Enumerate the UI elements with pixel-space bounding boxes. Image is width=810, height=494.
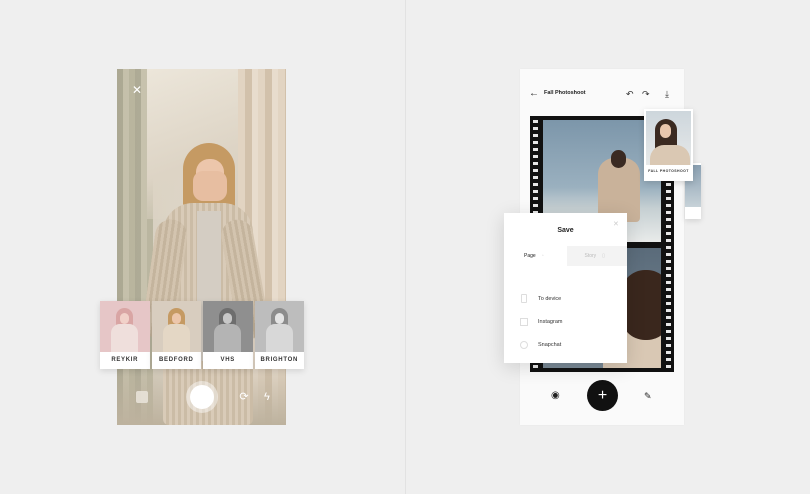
polaroid-card[interactable]: FALL PHOTOSHOOT bbox=[644, 109, 693, 181]
flash-icon[interactable]: ϟ bbox=[264, 391, 270, 403]
undo-icon[interactable]: ↶ bbox=[626, 87, 634, 101]
screen-divider bbox=[405, 0, 406, 494]
filter-label: BEDFORD bbox=[158, 357, 194, 363]
phone-icon bbox=[521, 294, 527, 303]
filter-brighton[interactable]: BRIGHTON bbox=[254, 301, 304, 369]
eye-icon[interactable]: ◉ bbox=[551, 390, 560, 402]
polaroid-caption: FALL PHOTOSHOOT bbox=[648, 169, 689, 173]
instagram-icon bbox=[520, 317, 528, 326]
filter-label: VHS bbox=[220, 357, 235, 363]
save-tabs: Page ▫ Story ▯ bbox=[504, 246, 627, 266]
arrow-left-icon[interactable]: ← bbox=[529, 87, 539, 101]
save-snapchat-option[interactable]: Snapchat bbox=[520, 333, 562, 356]
filter-bedford[interactable]: BEDFORD bbox=[151, 301, 201, 369]
filter-strip: REYKIR BEDFORD VHS BRIGHTON bbox=[100, 301, 304, 369]
save-dialog: Save ✕ Page ▫ Story ▯ To device Instagram … bbox=[504, 213, 627, 363]
filter-thumbnail bbox=[203, 301, 253, 352]
polaroid-photo bbox=[646, 111, 691, 165]
filter-vhs[interactable]: VHS bbox=[203, 301, 253, 369]
save-options: To device Instagram Snapchat bbox=[520, 287, 562, 356]
plus-icon[interactable]: + bbox=[587, 380, 618, 411]
pencil-icon[interactable]: ✎ bbox=[644, 390, 652, 402]
dialog-title: Save bbox=[557, 227, 574, 234]
page-icon: ▫ bbox=[541, 253, 544, 259]
tab-page[interactable]: Page ▫ bbox=[504, 246, 567, 266]
save-to-device-option[interactable]: To device bbox=[520, 287, 562, 310]
camera-flip-icon[interactable]: ⟳ bbox=[238, 391, 250, 403]
filter-thumbnail bbox=[100, 301, 150, 352]
close-icon[interactable]: ✕ bbox=[132, 84, 142, 96]
shutter-button[interactable] bbox=[190, 385, 214, 409]
tab-story[interactable]: Story ▯ bbox=[566, 246, 627, 266]
snapchat-icon bbox=[520, 340, 528, 349]
gallery-icon[interactable] bbox=[136, 391, 148, 403]
save-instagram-option[interactable]: Instagram bbox=[520, 310, 562, 333]
download-icon[interactable]: ⤓ bbox=[665, 87, 669, 101]
close-icon[interactable]: ✕ bbox=[613, 220, 619, 228]
filter-thumbnail bbox=[254, 301, 304, 352]
page-title: Fall Photoshoot bbox=[544, 90, 586, 96]
filter-thumbnail bbox=[151, 301, 201, 352]
camera-viewfinder[interactable] bbox=[117, 69, 286, 425]
filter-reykir[interactable]: REYKIR bbox=[100, 301, 150, 369]
filter-label: BRIGHTON bbox=[260, 357, 298, 363]
editor-header: ← Fall Photoshoot ↶ ↷ ⤓ bbox=[520, 87, 684, 103]
redo-icon[interactable]: ↷ bbox=[642, 87, 650, 101]
story-icon: ▯ bbox=[602, 253, 605, 259]
filter-label: REYKIR bbox=[111, 357, 139, 363]
